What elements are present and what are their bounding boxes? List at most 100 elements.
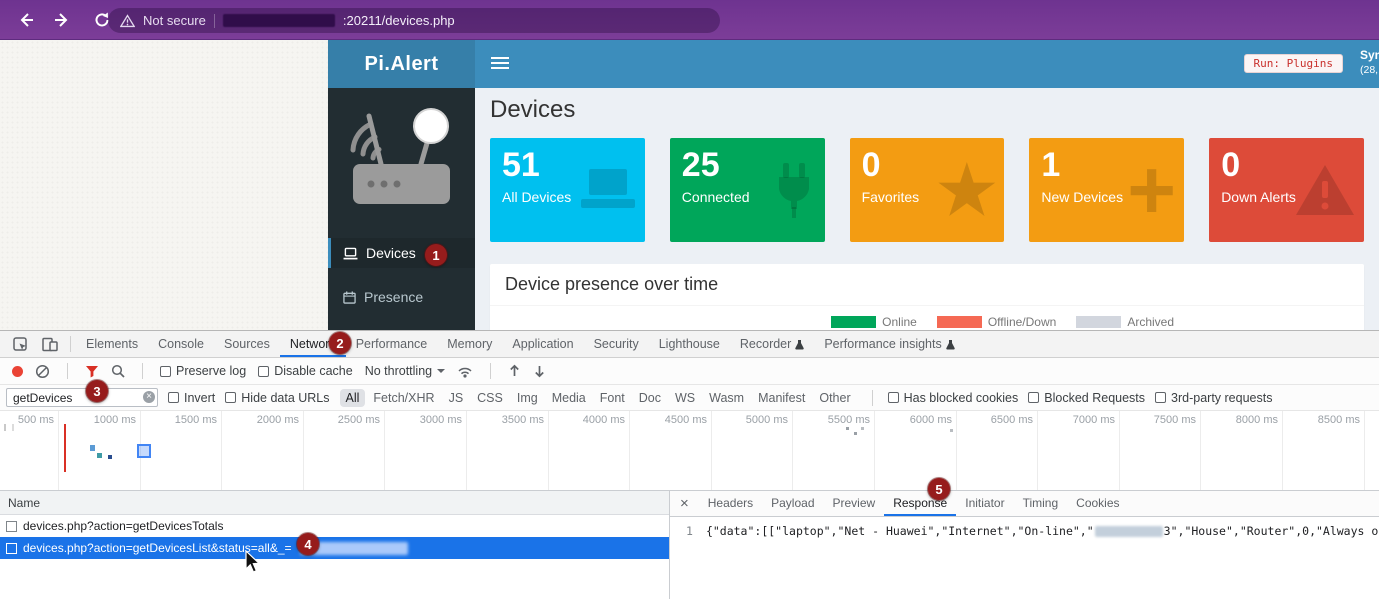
- detail-tab-payload[interactable]: Payload: [762, 491, 823, 516]
- invert-checkbox[interactable]: Invert: [168, 391, 215, 405]
- column-header-name[interactable]: Name: [0, 491, 669, 515]
- filter-type-media[interactable]: Media: [546, 389, 592, 407]
- sidebar-item-presence[interactable]: Presence: [328, 282, 475, 312]
- import-har-icon[interactable]: [508, 364, 521, 378]
- tab-application[interactable]: Application: [502, 331, 583, 357]
- sidebar-item-label: Devices: [366, 245, 416, 261]
- url-text[interactable]: :20211/devices.php: [343, 13, 455, 28]
- tab-performance-insights[interactable]: Performance insights: [814, 331, 964, 357]
- checkbox: [888, 392, 899, 403]
- timeline-selected-request-mark: [137, 444, 151, 458]
- stat-card-down-alerts[interactable]: 0 Down Alerts: [1209, 138, 1364, 242]
- timeline-label: 4500 ms: [665, 414, 711, 426]
- page-title: Devices: [490, 96, 1364, 124]
- timeline-label: 1000 ms: [94, 414, 140, 426]
- tab-elements[interactable]: Elements: [76, 331, 148, 357]
- search-icon[interactable]: [111, 364, 125, 378]
- legend-item-offline: Offline/Down: [937, 315, 1056, 329]
- request-row-selected[interactable]: devices.php?action=getDevicesList&status…: [0, 537, 669, 559]
- address-bar[interactable]: Not secure :20211/devices.php: [108, 8, 720, 33]
- divider: [490, 363, 491, 379]
- devtools-panel: Elements Console Sources Network Perform…: [0, 330, 1379, 599]
- network-conditions-icon[interactable]: [457, 365, 473, 378]
- request-row[interactable]: devices.php?action=getDevicesTotals: [0, 515, 669, 537]
- app-header: Run: Plugins Sym (28,: [475, 40, 1379, 88]
- blank-page-area: [0, 40, 328, 330]
- throttling-dropdown[interactable]: No throttling: [365, 364, 445, 378]
- checkbox: [1028, 392, 1039, 403]
- timeline-gridline: [1364, 411, 1365, 490]
- timeline-label: 1500 ms: [175, 414, 221, 426]
- filter-input[interactable]: [6, 388, 158, 407]
- hide-data-urls-checkbox[interactable]: Hide data URLs: [225, 391, 329, 405]
- filter-type-font[interactable]: Font: [594, 389, 631, 407]
- tab-console[interactable]: Console: [148, 331, 214, 357]
- tab-recorder[interactable]: Recorder: [730, 331, 814, 357]
- tab-sources[interactable]: Sources: [214, 331, 280, 357]
- hamburger-menu-icon[interactable]: [491, 57, 509, 72]
- timeline-gridline: [1037, 411, 1038, 490]
- timeline-gridline: [792, 411, 793, 490]
- disable-cache-checkbox[interactable]: Disable cache: [258, 364, 353, 378]
- header-device-name: Sym (28,: [1360, 47, 1379, 77]
- stat-card-new-devices[interactable]: 1 New Devices +: [1029, 138, 1184, 242]
- inspect-icon[interactable]: [6, 337, 35, 352]
- detail-tab-headers[interactable]: Headers: [699, 491, 762, 516]
- redacted-host: [223, 14, 335, 27]
- filter-type-ws[interactable]: WS: [669, 389, 701, 407]
- network-overview-timeline[interactable]: 500 ms 1000 ms 1500 ms 2000 ms 2500 ms 3…: [0, 411, 1379, 491]
- network-bottom-split: Name devices.php?action=getDevicesTotals…: [0, 491, 1379, 599]
- sidebar-item-devices[interactable]: Devices: [328, 238, 475, 268]
- filter-type-img[interactable]: Img: [511, 389, 544, 407]
- forward-icon[interactable]: [52, 10, 72, 30]
- filter-type-js[interactable]: JS: [443, 389, 470, 407]
- filter-type-other[interactable]: Other: [813, 389, 856, 407]
- detail-tab-preview[interactable]: Preview: [824, 491, 885, 516]
- filter-type-fetch-xhr[interactable]: Fetch/XHR: [367, 389, 440, 407]
- annotation-badge-1: 1: [425, 244, 447, 266]
- timeline-label: 7000 ms: [1073, 414, 1119, 426]
- request-type-icon: [6, 543, 17, 554]
- blocked-requests-checkbox[interactable]: Blocked Requests: [1028, 391, 1145, 405]
- tab-performance[interactable]: Performance: [346, 331, 438, 357]
- stat-card-connected[interactable]: 25 Connected: [670, 138, 825, 242]
- filter-icon[interactable]: [85, 365, 99, 378]
- preserve-log-checkbox[interactable]: Preserve log: [160, 364, 246, 378]
- export-har-icon[interactable]: [533, 364, 546, 378]
- app-sidebar: Devices Presence: [328, 88, 475, 330]
- legend-swatch: [1076, 316, 1121, 328]
- close-icon[interactable]: ×: [670, 495, 699, 512]
- filter-type-css[interactable]: CSS: [471, 389, 509, 407]
- run-plugins-button[interactable]: Run: Plugins: [1244, 54, 1343, 73]
- stat-card-all-devices[interactable]: 51 All Devices: [490, 138, 645, 242]
- record-icon[interactable]: [12, 366, 23, 377]
- legend-swatch: [831, 316, 876, 328]
- requests-table: Name devices.php?action=getDevicesTotals…: [0, 491, 670, 599]
- clear-icon[interactable]: [35, 364, 50, 379]
- input-clear-icon[interactable]: ×: [143, 391, 155, 403]
- network-toolbar: Preserve log Disable cache No throttling: [0, 358, 1379, 385]
- timeline-mark: [108, 455, 112, 459]
- tab-memory[interactable]: Memory: [437, 331, 502, 357]
- security-label[interactable]: Not secure: [143, 13, 206, 28]
- stat-card-favorites[interactable]: 0 Favorites ★: [850, 138, 1005, 242]
- timeline-label: 5000 ms: [746, 414, 792, 426]
- timeline-label: 8500 ms: [1318, 414, 1364, 426]
- detail-tab-initiator[interactable]: Initiator: [956, 491, 1013, 516]
- checkbox: [160, 366, 171, 377]
- detail-tab-timing[interactable]: Timing: [1014, 491, 1068, 516]
- has-blocked-cookies-checkbox[interactable]: Has blocked cookies: [888, 391, 1019, 405]
- response-body: 1 {"data":[["laptop","Net - Huawei","Int…: [670, 517, 1379, 599]
- filter-type-all[interactable]: All: [340, 389, 366, 407]
- back-icon[interactable]: [16, 10, 36, 30]
- filter-type-doc[interactable]: Doc: [633, 389, 667, 407]
- third-party-requests-checkbox[interactable]: 3rd-party requests: [1155, 391, 1272, 405]
- tab-lighthouse[interactable]: Lighthouse: [649, 331, 730, 357]
- timeline-mark: [861, 427, 864, 430]
- device-toolbar-icon[interactable]: [35, 337, 65, 352]
- tab-security[interactable]: Security: [584, 331, 649, 357]
- filter-type-wasm[interactable]: Wasm: [703, 389, 750, 407]
- detail-tab-cookies[interactable]: Cookies: [1067, 491, 1128, 516]
- filter-type-manifest[interactable]: Manifest: [752, 389, 811, 407]
- app-logo[interactable]: Pi.Alert: [328, 40, 475, 88]
